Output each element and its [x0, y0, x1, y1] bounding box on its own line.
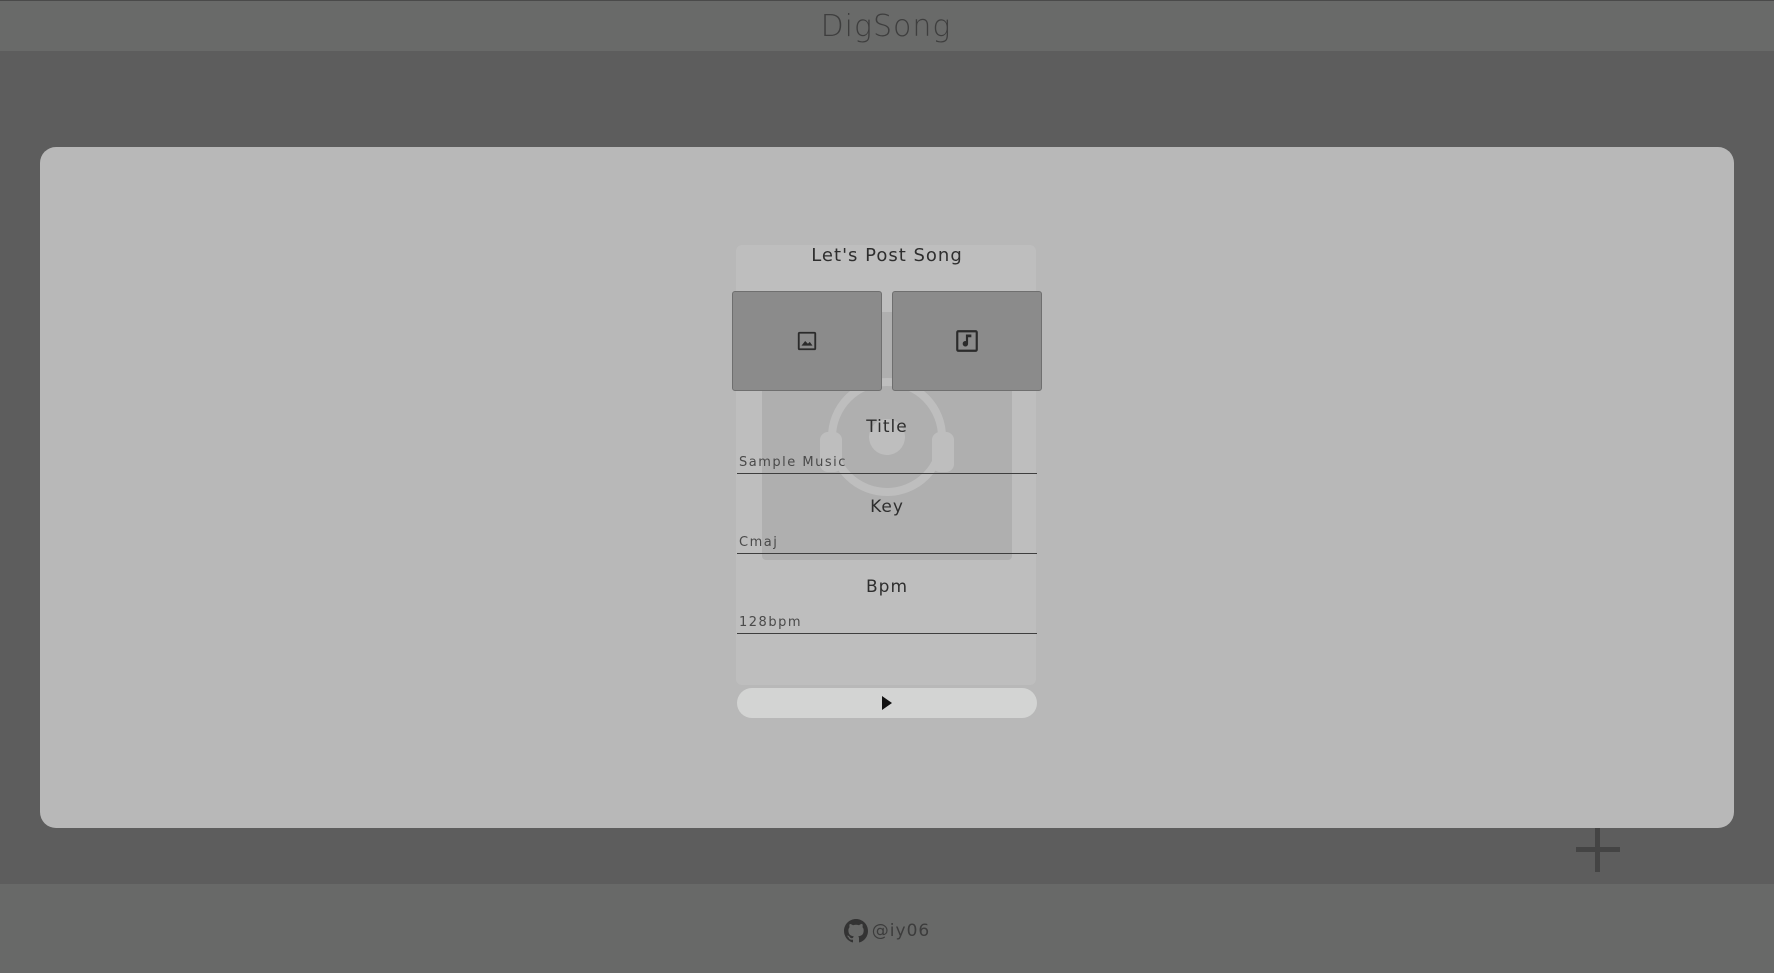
submit-button[interactable]: [737, 688, 1037, 718]
app-footer: @iy06: [0, 884, 1774, 973]
title-label: Title: [866, 417, 908, 437]
app-header: DigSong: [0, 0, 1774, 51]
image-icon: [797, 331, 817, 351]
github-icon: [843, 918, 868, 942]
add-song-button[interactable]: [1574, 826, 1622, 874]
key-input[interactable]: [737, 532, 1037, 554]
music-note-icon: [956, 330, 978, 352]
bpm-label: Bpm: [865, 577, 908, 597]
github-link[interactable]: @iy06: [843, 918, 931, 943]
github-handle: @iy06: [871, 920, 931, 941]
bpm-input[interactable]: [737, 612, 1037, 634]
title-input[interactable]: [737, 452, 1037, 474]
app-title: DigSong: [820, 8, 952, 44]
play-icon: [882, 696, 892, 710]
upload-music-button[interactable]: [892, 291, 1042, 391]
upload-image-button[interactable]: [732, 291, 882, 391]
plus-icon: [1576, 828, 1620, 872]
key-label: Key: [870, 497, 904, 517]
modal-title: Let's Post Song: [811, 245, 963, 266]
